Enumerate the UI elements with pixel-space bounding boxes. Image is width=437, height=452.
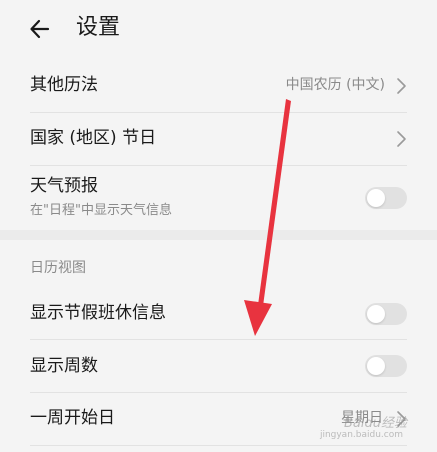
- week-number-row: 显示周数: [30, 340, 407, 392]
- other-calendar-value: 中国农历 (中文): [285, 77, 385, 93]
- holiday-shift-label: 显示节假班休信息: [30, 303, 166, 323]
- weather-toggle[interactable]: [365, 187, 407, 209]
- weather-label: 天气预报: [30, 176, 98, 196]
- watermark: Baidu经验: [344, 416, 407, 431]
- holiday-shift-row: 显示节假班休信息: [30, 288, 407, 338]
- settings-screen: 设置 其他历法 中国农历 (中文) 国家 (地区) 节日 天气预报 在"日程"中…: [0, 0, 437, 452]
- section-gap: [0, 230, 437, 240]
- holiday-shift-toggle[interactable]: [365, 303, 407, 325]
- holidays-row[interactable]: 国家 (地区) 节日: [30, 113, 407, 165]
- page-title: 设置: [76, 15, 121, 40]
- header: 设置: [0, 0, 437, 58]
- week-number-toggle[interactable]: [365, 355, 407, 377]
- holidays-label: 国家 (地区) 节日: [30, 128, 157, 148]
- other-calendar-label: 其他历法: [30, 75, 98, 95]
- toggle-knob: [367, 189, 385, 207]
- chevron-right-icon: [397, 131, 406, 147]
- other-calendar-row[interactable]: 其他历法 中国农历 (中文): [30, 58, 407, 112]
- arrow-left-icon: [30, 19, 50, 39]
- weather-sub: 在"日程"中显示天气信息: [30, 203, 172, 218]
- week-start-label: 一周开始日: [30, 408, 115, 428]
- divider: [30, 445, 407, 446]
- weather-row: 天气预报 在"日程"中显示天气信息: [30, 166, 407, 228]
- week-number-label: 显示周数: [30, 356, 98, 376]
- section-label-calendar-view: 日历视图: [30, 260, 86, 276]
- watermark-sub: jingyan.baidu.com: [319, 430, 403, 440]
- back-button[interactable]: [26, 14, 56, 44]
- toggle-knob: [367, 357, 385, 375]
- chevron-right-icon: [397, 78, 406, 94]
- toggle-knob: [367, 305, 385, 323]
